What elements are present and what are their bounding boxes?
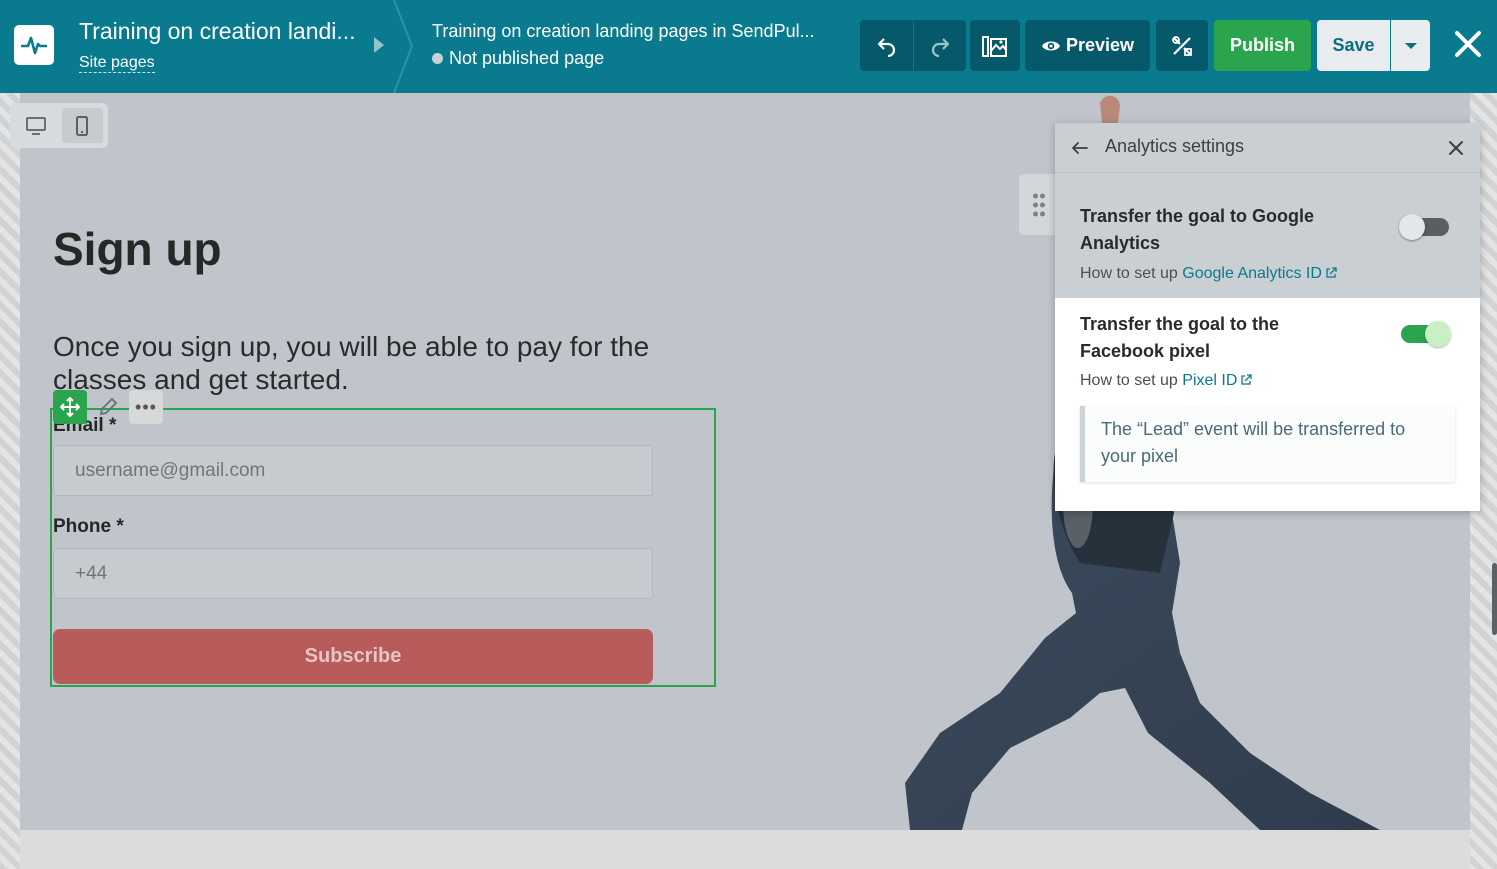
drag-handle-icon[interactable]	[1019, 174, 1059, 235]
lead-event-info: The “Lead” event will be transferred to …	[1080, 406, 1455, 482]
undo-button[interactable]	[860, 20, 913, 71]
preview-label: Preview	[1065, 35, 1135, 55]
pencil-icon[interactable]	[91, 390, 125, 424]
publish-button[interactable]: Publish	[1214, 20, 1311, 71]
undo-icon	[877, 37, 895, 57]
redo-icon	[931, 37, 950, 57]
breadcrumb-separator	[393, 0, 414, 93]
close-icon[interactable]	[1452, 28, 1484, 60]
site-pages-link[interactable]: Site pages	[79, 53, 155, 73]
pulse-logo-icon[interactable]	[14, 25, 54, 65]
back-arrow-icon[interactable]	[1069, 137, 1091, 159]
chevron-down-icon	[1404, 42, 1417, 49]
help-prefix: How to set up	[1080, 265, 1178, 282]
email-input[interactable]: username@gmail.com	[53, 445, 653, 496]
pixel-id-link[interactable]: Pixel ID	[1182, 372, 1237, 389]
facebook-pixel-section: Transfer the goal to the Facebook pixel …	[1055, 298, 1480, 511]
phone-label: Phone *	[53, 516, 124, 537]
panel-header: Analytics settings	[1055, 123, 1480, 173]
toggle-knob	[1399, 214, 1425, 240]
facebook-pixel-toggle[interactable]	[1401, 321, 1451, 347]
phone-input[interactable]: +44	[53, 548, 653, 599]
page-subtitle[interactable]: Once you sign up, you will be able to pa…	[53, 330, 733, 396]
mobile-icon	[76, 115, 89, 136]
external-link-icon[interactable]	[1325, 267, 1337, 279]
tools-button[interactable]	[1156, 20, 1208, 71]
site-title[interactable]: Training on creation landi...	[79, 18, 356, 45]
site-menu-caret-icon[interactable]	[374, 37, 384, 53]
save-options-button[interactable]	[1391, 20, 1430, 71]
help-prefix: How to set up	[1080, 372, 1178, 389]
google-analytics-help: How to set up Google Analytics ID	[1080, 265, 1337, 283]
page-status-text: Not published page	[449, 48, 605, 68]
google-analytics-title: Transfer the goal to Google Analytics	[1080, 206, 1315, 253]
page-status: Not published page	[432, 48, 604, 69]
subscribe-button[interactable]: Subscribe	[53, 629, 653, 684]
toggle-knob	[1425, 321, 1451, 347]
panel-title: Analytics settings	[1105, 136, 1245, 156]
google-analytics-id-link[interactable]: Google Analytics ID	[1182, 265, 1322, 282]
more-options-icon[interactable]: •••	[129, 390, 163, 424]
block-tools: •••	[53, 390, 163, 424]
desktop-icon	[25, 116, 46, 135]
redo-button[interactable]	[914, 20, 966, 71]
move-icon[interactable]	[53, 390, 87, 424]
facebook-pixel-help: How to set up Pixel ID	[1080, 372, 1253, 390]
editor-toolbar: Training on creation landi... Site pages…	[0, 0, 1497, 93]
gallery-icon	[982, 35, 1007, 57]
canvas-footer-section	[20, 830, 1470, 869]
desktop-view-button[interactable]	[15, 108, 57, 143]
close-icon[interactable]	[1446, 138, 1466, 158]
canvas-scrollbar[interactable]	[1492, 563, 1497, 635]
save-button[interactable]: Save	[1317, 20, 1390, 71]
device-switcher	[10, 103, 108, 148]
mobile-view-button[interactable]	[61, 108, 103, 143]
tools-icon	[1172, 35, 1192, 56]
eye-icon	[1041, 41, 1060, 50]
page-heading[interactable]: Sign up	[53, 222, 222, 276]
preview-button[interactable]: Preview	[1025, 20, 1150, 71]
analytics-settings-panel: Analytics settings Transfer the goal to …	[1055, 123, 1480, 511]
gallery-button[interactable]	[970, 20, 1020, 71]
status-dot	[432, 53, 443, 64]
external-link-icon[interactable]	[1240, 374, 1253, 386]
google-analytics-section: Transfer the goal to Google Analytics Ho…	[1055, 173, 1480, 298]
page-name[interactable]: Training on creation landing pages in Se…	[432, 21, 815, 42]
google-analytics-toggle[interactable]	[1399, 214, 1449, 240]
facebook-pixel-title: Transfer the goal to the Facebook pixel	[1080, 314, 1280, 361]
